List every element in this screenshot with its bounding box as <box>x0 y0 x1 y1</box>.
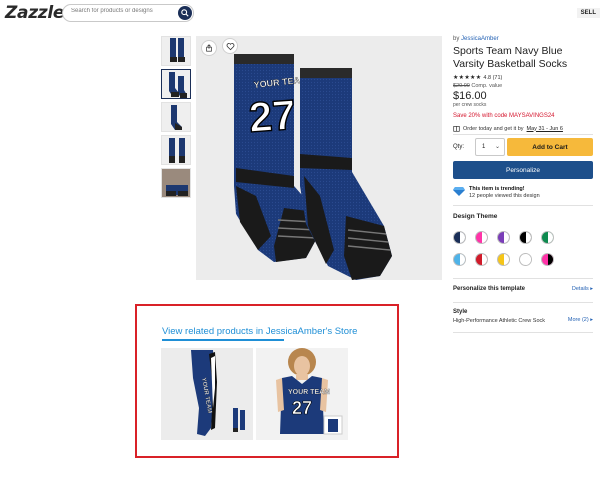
design-theme-title: Design Theme <box>453 213 498 220</box>
diamond-icon <box>453 187 465 196</box>
delivery-row: Order today and get it by May 31 - Jun 6 <box>453 125 593 132</box>
designer-link[interactable]: JessicaAmber <box>461 36 499 42</box>
search-bar[interactable] <box>62 4 194 22</box>
compare-price-row: $20.00 Comp. value <box>453 83 593 89</box>
sell-link[interactable]: SELL <box>576 8 600 18</box>
theme-swatch[interactable] <box>541 231 554 244</box>
compare-label: Comp. value <box>471 83 503 89</box>
divider <box>453 134 593 135</box>
quantity-value: 1 <box>482 144 486 150</box>
swatch-half <box>481 232 487 243</box>
theme-swatch[interactable] <box>519 253 532 266</box>
tank-team-text: YOUR TEAM <box>288 389 330 396</box>
swatch-half <box>525 254 531 265</box>
designer-line: by JessicaAmber <box>453 36 593 42</box>
sock-number: 27 <box>247 91 297 141</box>
qty-label: Qty: <box>453 144 465 150</box>
zazzle-logo[interactable]: Zazzle <box>5 3 64 23</box>
swatch-half <box>503 254 509 265</box>
personalize-button[interactable]: Personalize <box>453 161 593 179</box>
add-to-cart-button[interactable]: Add to Cart <box>507 138 593 156</box>
tank-number: 27 <box>292 398 312 418</box>
promo-text: Save 20% with code MAYSAVINGS24 <box>453 113 555 119</box>
personalize-template-row[interactable]: Personalize this template Details ▸ <box>453 286 593 292</box>
swatch-half <box>481 254 487 265</box>
sock-thumbnail-image <box>171 105 182 130</box>
share-button[interactable] <box>201 40 217 56</box>
share-icon <box>206 44 212 52</box>
more-styles-link[interactable]: More (2) ▸ <box>568 317 593 323</box>
swatch-half <box>503 232 509 243</box>
per-unit: per crew socks <box>453 102 487 108</box>
thumbnail-socks-model[interactable] <box>161 168 191 198</box>
thumbnail-socks-pair-side[interactable] <box>161 69 191 99</box>
title-underline <box>162 339 284 341</box>
theme-swatch[interactable] <box>497 231 510 244</box>
swatch-half <box>547 254 553 265</box>
product-info: by JessicaAmber Sports Team Navy Blue Va… <box>453 36 593 132</box>
sock-thumbnail-image <box>169 72 187 98</box>
tank-top-illustration: YOUR TEAM 27 <box>256 348 348 440</box>
personalize-template-label: Personalize this template <box>453 286 526 292</box>
theme-swatch[interactable] <box>453 253 466 266</box>
trending-headline: This item is trending! <box>469 186 525 192</box>
divider <box>453 205 593 206</box>
search-button[interactable] <box>178 6 192 20</box>
design-theme-swatches <box>453 231 554 266</box>
delivery-text: Order today and get it by <box>463 125 524 132</box>
purchase-row: Qty: 1 ⌄ Add to Cart <box>453 138 593 156</box>
product-title: Sports Team Navy Blue Varsity Basketball… <box>453 45 568 70</box>
trending-detail: 12 people viewed this design <box>469 193 540 199</box>
socks-illustration: YOUR TEAM 27 <box>234 54 392 280</box>
trending-notice: This item is trending! 12 people viewed … <box>453 186 593 200</box>
price: $16.00 <box>453 90 487 102</box>
divider <box>453 278 593 279</box>
chevron-down-icon: ⌄ <box>494 144 500 150</box>
swatch-half <box>525 232 531 243</box>
theme-swatch[interactable] <box>453 231 466 244</box>
related-product-leggings[interactable]: YOUR TEAM <box>161 348 253 440</box>
delivery-date[interactable]: May 31 - Jun 6 <box>527 126 563 132</box>
theme-swatch[interactable] <box>475 231 488 244</box>
trending-text: This item is trending! 12 people viewed … <box>469 186 540 200</box>
theme-swatch[interactable] <box>519 231 532 244</box>
details-link[interactable]: Details ▸ <box>572 286 593 292</box>
compare-price: $20.00 <box>453 83 470 89</box>
swatch-half <box>459 232 465 243</box>
related-products-link[interactable]: View related products in JessicaAmber's … <box>162 326 357 337</box>
divider <box>453 302 593 303</box>
thumbnail-strip <box>161 36 193 201</box>
sock-thumbnail-image <box>169 138 185 163</box>
leggings-illustration: YOUR TEAM <box>161 348 253 440</box>
model-thumbnail-image <box>162 169 190 197</box>
search-icon <box>181 9 189 17</box>
thumbnail-socks-pair-front[interactable] <box>161 36 191 66</box>
search-input[interactable] <box>71 8 171 14</box>
thumbnail-socks-back[interactable] <box>161 135 191 165</box>
theme-swatch[interactable] <box>475 253 488 266</box>
style-value: High-Performance Athletic Crew Sock <box>453 318 546 324</box>
sock-thumbnail-image <box>170 38 185 62</box>
package-icon <box>453 126 460 132</box>
related-product-tank-top[interactable]: YOUR TEAM 27 <box>256 348 348 440</box>
swatch-half <box>547 232 553 243</box>
quantity-select[interactable]: 1 ⌄ <box>475 138 505 156</box>
swatch-half <box>459 254 465 265</box>
heart-icon <box>226 42 234 50</box>
rating-count: 4.8 (71) <box>483 74 503 81</box>
site-header: Zazzle SELL <box>0 0 600 28</box>
theme-swatch[interactable] <box>541 253 554 266</box>
favorite-button[interactable] <box>222 38 238 54</box>
main-product-image[interactable]: YOUR TEAM 27 <box>196 36 442 280</box>
rating-row[interactable]: ★★★★★ 4.8 (71) <box>453 74 593 82</box>
related-products-box: View related products in JessicaAmber's … <box>135 304 399 458</box>
by-label: by <box>453 36 460 42</box>
star-rating-icon: ★★★★★ <box>453 75 482 81</box>
thumbnail-socks-single[interactable] <box>161 102 191 132</box>
theme-swatch[interactable] <box>497 253 510 266</box>
divider <box>453 332 593 333</box>
